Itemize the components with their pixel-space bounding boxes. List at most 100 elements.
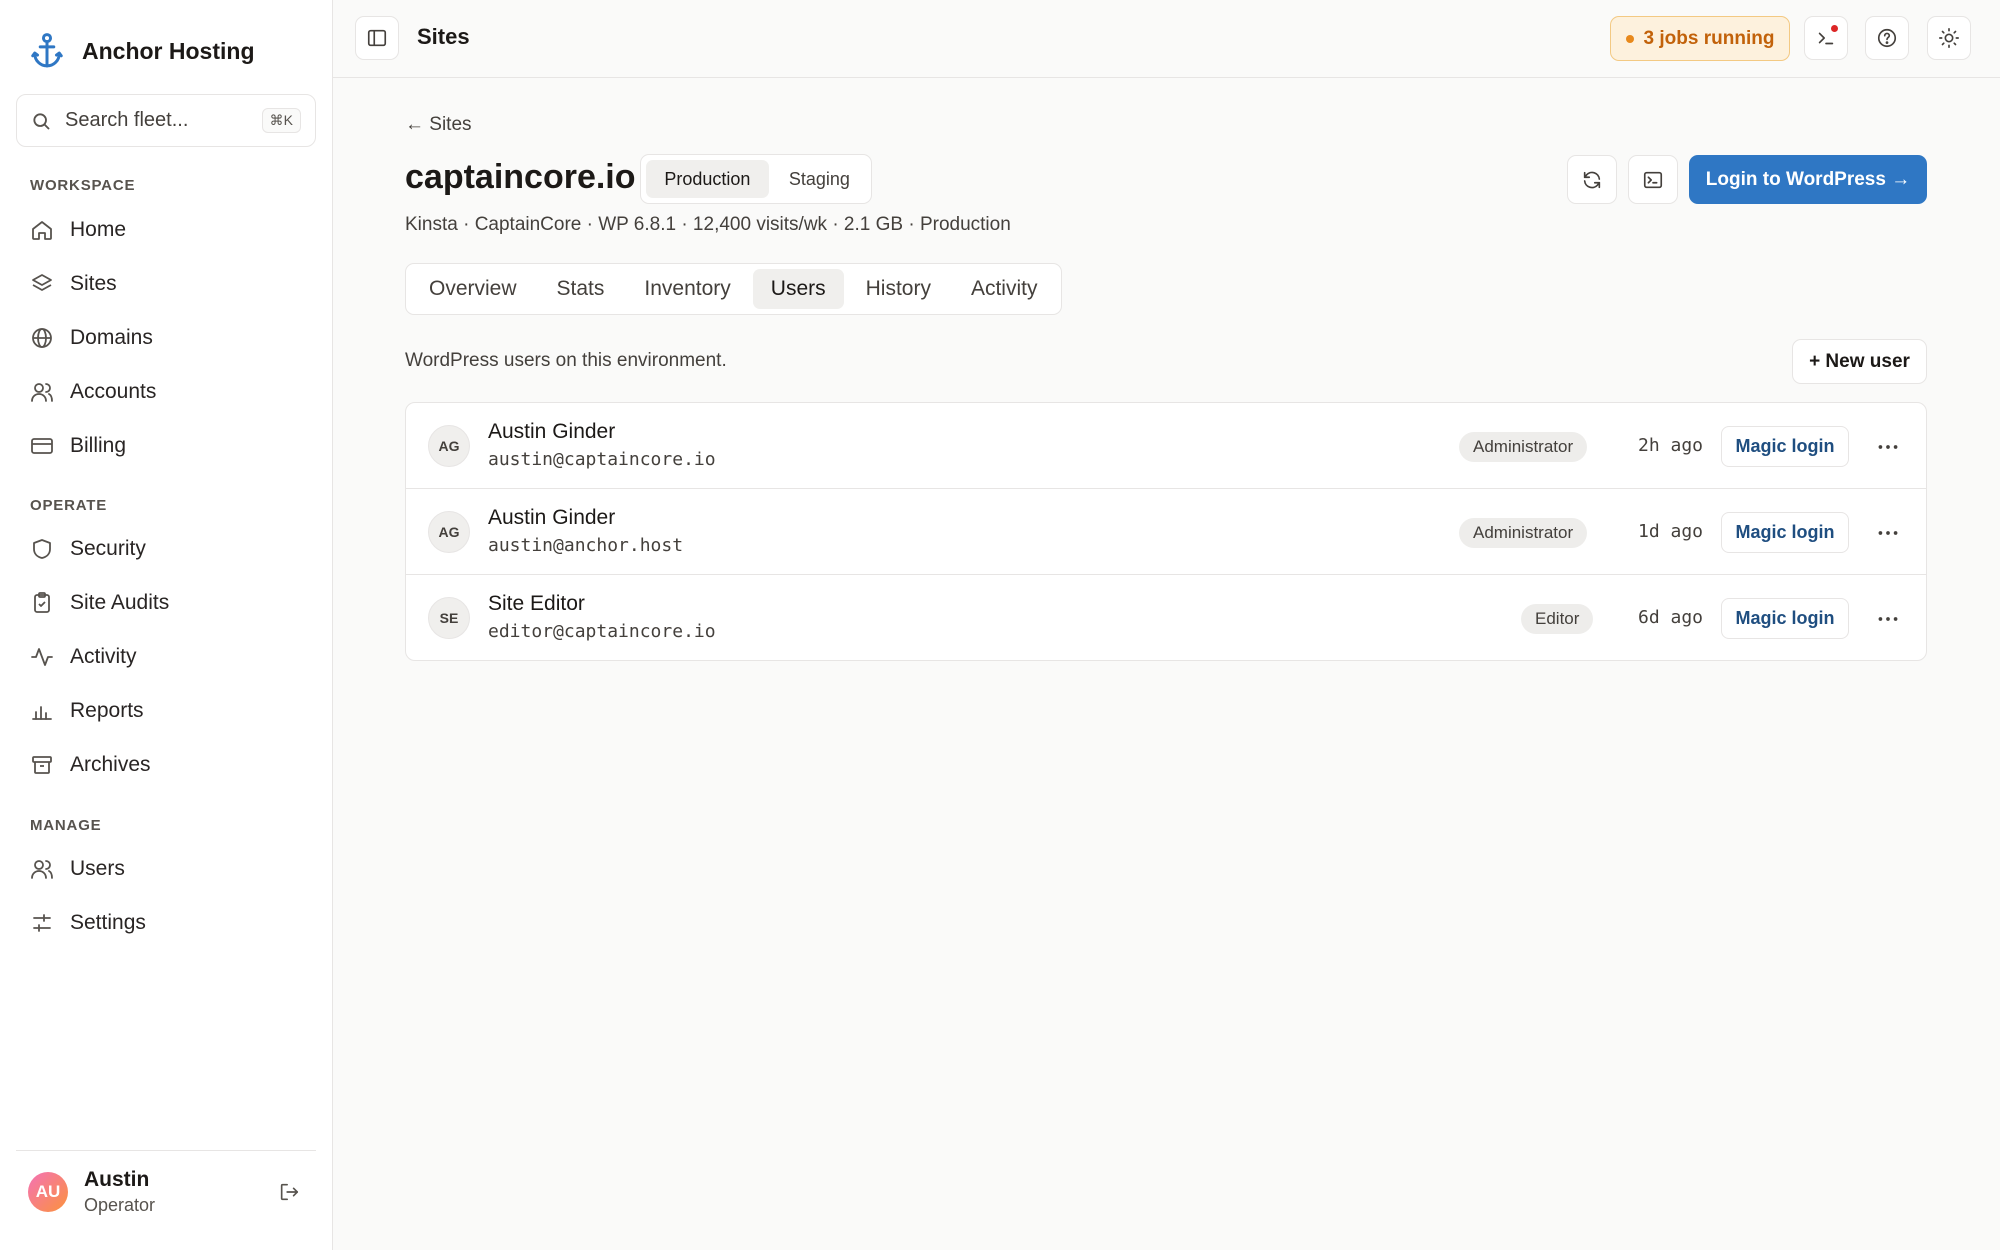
role-badge: Editor	[1521, 604, 1594, 634]
sidebar-item-label: Accounts	[70, 380, 157, 403]
sidebar-item-home[interactable]: Home	[16, 206, 316, 254]
user-email: austin@captaincore.io	[488, 449, 716, 470]
help-button[interactable]	[1865, 16, 1909, 60]
jobs-running-badge[interactable]: 3 jobs running	[1610, 16, 1790, 61]
sidebar-item-site-audits[interactable]: Site Audits	[16, 579, 316, 627]
terminal-window-icon	[1642, 169, 1664, 191]
magic-login-button[interactable]: Magic login	[1721, 426, 1849, 467]
sliders-icon	[30, 911, 54, 935]
tab-overview[interactable]: Overview	[411, 269, 535, 309]
sidebar-item-billing[interactable]: Billing	[16, 422, 316, 470]
shield-icon	[30, 537, 54, 561]
site-tabs: Overview Stats Inventory Users History A…	[405, 263, 1062, 315]
sidebar-item-users[interactable]: Users	[16, 845, 316, 893]
role-badge: Administrator	[1459, 518, 1588, 548]
globe-icon	[30, 326, 54, 350]
users-description: WordPress users on this environment.	[405, 350, 727, 371]
refresh-icon	[1581, 169, 1603, 191]
environment-toggle: Production Staging	[640, 154, 872, 204]
env-staging[interactable]: Staging	[773, 160, 866, 198]
brand-name: Anchor Hosting	[82, 37, 255, 64]
bar-chart-icon	[30, 699, 54, 723]
sidebar-item-activity[interactable]: Activity	[16, 633, 316, 681]
sync-button[interactable]	[1567, 155, 1617, 204]
search-input[interactable]: Search fleet...	[65, 109, 248, 132]
sidebar-item-label: Security	[70, 537, 146, 560]
user-avatar: SE	[428, 597, 470, 639]
sidebar-item-settings[interactable]: Settings	[16, 899, 316, 947]
sidebar-item-label: Domains	[70, 326, 153, 349]
fleet-search[interactable]: Search fleet... ⌘K	[16, 94, 316, 147]
layers-icon	[30, 272, 54, 296]
user-email: austin@anchor.host	[488, 535, 684, 556]
user-avatar: AG	[428, 425, 470, 467]
user-role: Operator	[84, 1194, 156, 1215]
users-icon	[30, 380, 54, 404]
current-user[interactable]: AU Austin Operator	[16, 1150, 316, 1232]
table-row: AG Austin Ginder austin@anchor.host Admi…	[406, 489, 1926, 575]
last-login: 6d ago	[1638, 607, 1704, 628]
login-to-wordpress-button[interactable]: Login to WordPress →	[1689, 155, 1927, 204]
ssh-console-button[interactable]	[1628, 155, 1678, 204]
anchor-icon	[30, 32, 64, 70]
top-bar: Sites 3 jobs running	[333, 0, 2000, 78]
section-manage: MANAGE	[30, 817, 102, 834]
sidebar-item-accounts[interactable]: Accounts	[16, 368, 316, 416]
sidebar-item-domains[interactable]: Domains	[16, 314, 316, 362]
env-production[interactable]: Production	[646, 160, 769, 198]
more-options-icon[interactable]	[1875, 520, 1901, 546]
new-user-button[interactable]: + New user	[1792, 339, 1927, 384]
back-to-sites-link[interactable]: ← Sites	[405, 114, 472, 136]
sidebar-item-label: Archives	[70, 753, 151, 776]
sidebar-toggle-icon	[366, 27, 388, 49]
sun-icon	[1938, 27, 1960, 49]
last-login: 2h ago	[1638, 435, 1704, 456]
section-operate: OPERATE	[30, 497, 107, 514]
avatar: AU	[28, 1171, 68, 1212]
toggle-sidebar-button[interactable]	[355, 16, 399, 60]
tab-users[interactable]: Users	[752, 269, 844, 309]
clipboard-check-icon	[30, 591, 54, 615]
tab-history[interactable]: History	[848, 269, 949, 309]
magic-login-button[interactable]: Magic login	[1721, 598, 1849, 639]
tab-stats[interactable]: Stats	[539, 269, 623, 309]
search-shortcut: ⌘K	[261, 108, 301, 133]
archive-icon	[30, 753, 54, 777]
sidebar-item-label: Site Audits	[70, 591, 170, 614]
sidebar-item-label: Billing	[70, 434, 127, 457]
site-title: captaincore.io	[405, 158, 636, 196]
sidebar-item-sites[interactable]: Sites	[16, 260, 316, 308]
sidebar-item-label: Settings	[70, 911, 146, 934]
sidebar-item-archives[interactable]: Archives	[16, 741, 316, 789]
sidebar-item-label: Sites	[70, 272, 117, 295]
sidebar-item-security[interactable]: Security	[16, 525, 316, 573]
more-options-icon[interactable]	[1875, 434, 1901, 460]
sidebar-item-label: Home	[70, 218, 127, 241]
notification-dot	[1831, 25, 1838, 32]
home-icon	[30, 218, 54, 242]
user-email: editor@captaincore.io	[488, 621, 716, 642]
user-display-name: Austin Ginder	[488, 420, 616, 443]
users-icon	[30, 857, 54, 881]
wp-users-list: AG Austin Ginder austin@captaincore.io A…	[405, 402, 1927, 661]
brand[interactable]: Anchor Hosting	[30, 32, 255, 70]
user-avatar: AG	[428, 511, 470, 553]
role-badge: Administrator	[1459, 432, 1588, 462]
sidebar-item-reports[interactable]: Reports	[16, 687, 316, 735]
tab-activity[interactable]: Activity	[953, 269, 1056, 309]
section-workspace: WORKSPACE	[30, 177, 136, 194]
search-icon	[31, 111, 51, 131]
site-meta: Kinsta · CaptainCore · WP 6.8.1 · 12,400…	[405, 214, 1011, 235]
logout-icon[interactable]	[278, 1181, 300, 1203]
user-display-name: Site Editor	[488, 592, 585, 615]
status-dot	[1625, 34, 1634, 43]
more-options-icon[interactable]	[1875, 606, 1901, 632]
table-row: AG Austin Ginder austin@captaincore.io A…	[406, 403, 1926, 489]
credit-card-icon	[30, 434, 54, 458]
table-row: SE Site Editor editor@captaincore.io Edi…	[406, 575, 1926, 660]
activity-icon	[30, 645, 54, 669]
theme-toggle-button[interactable]	[1927, 16, 1971, 60]
magic-login-button[interactable]: Magic login	[1721, 512, 1849, 553]
tab-inventory[interactable]: Inventory	[626, 269, 748, 309]
console-button[interactable]	[1804, 16, 1848, 60]
